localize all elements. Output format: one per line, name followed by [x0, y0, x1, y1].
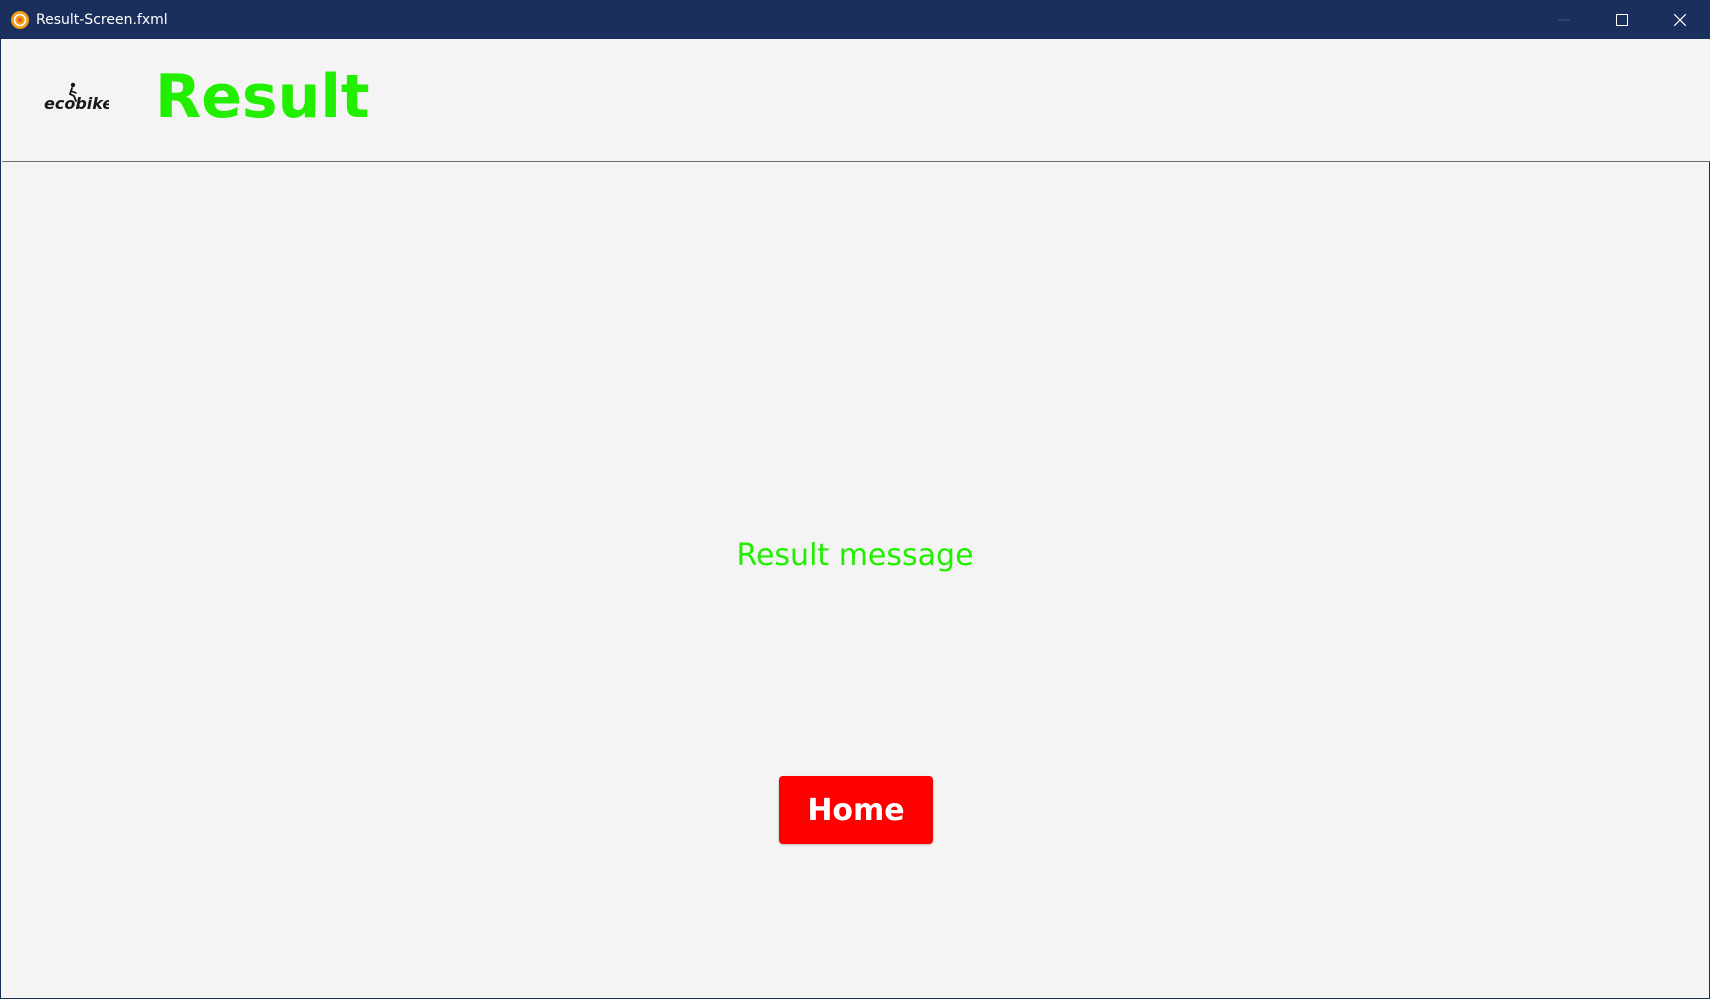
- page-title: Result: [155, 62, 370, 132]
- maximize-button[interactable]: [1593, 1, 1651, 39]
- result-message: Result message: [736, 538, 974, 573]
- ecobike-logo: ecobike: [44, 82, 109, 113]
- app-icon: [11, 11, 29, 29]
- close-button[interactable]: [1651, 1, 1709, 39]
- svg-text:ecobike: ecobike: [44, 94, 109, 113]
- home-button[interactable]: Home: [779, 776, 933, 844]
- title-bar[interactable]: Result-Screen.fxml: [1, 1, 1709, 39]
- header-bar: ecobike Result: [2, 39, 1710, 162]
- close-icon: [1674, 14, 1686, 26]
- maximize-icon: [1616, 14, 1628, 26]
- app-window: Result-Screen.fxml ecobike Result Result…: [0, 0, 1710, 999]
- minimize-button[interactable]: [1535, 1, 1593, 39]
- minimize-icon: [1558, 19, 1570, 21]
- window-title: Result-Screen.fxml: [36, 12, 168, 28]
